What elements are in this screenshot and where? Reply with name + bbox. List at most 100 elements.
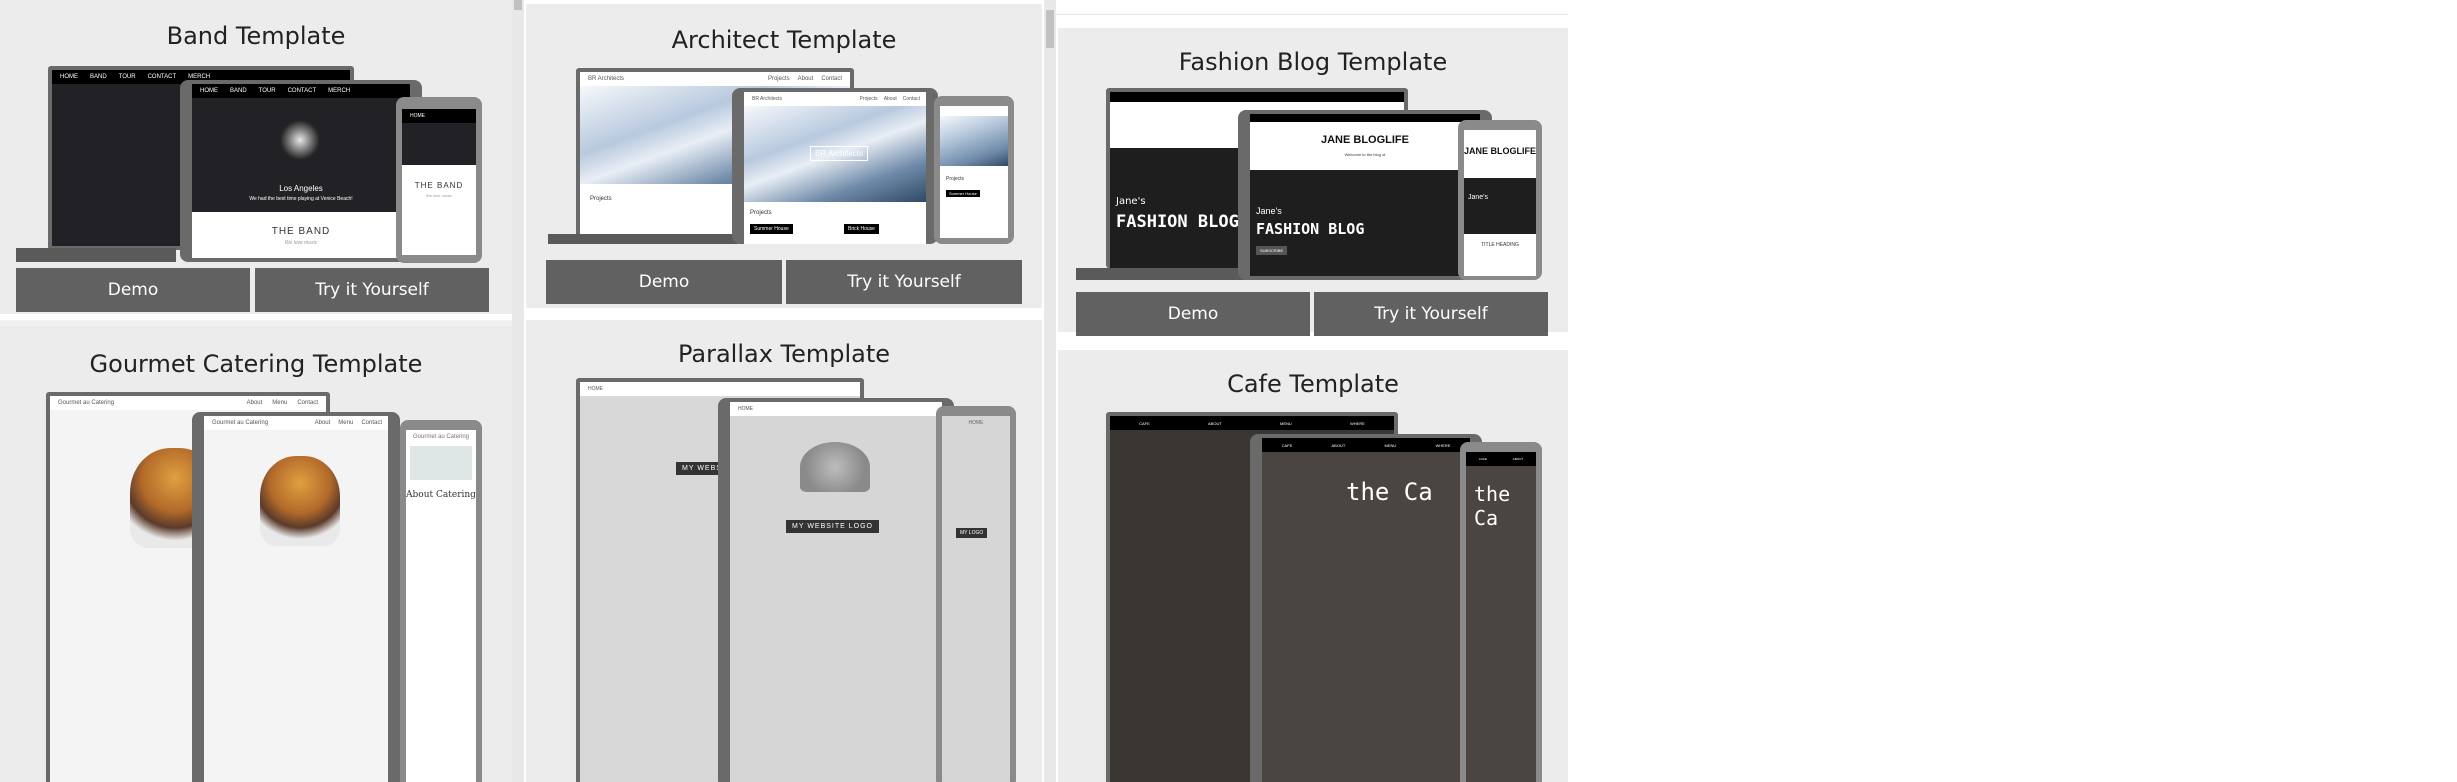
preview-navbar: CAFE ABOUT MENU WHERE [1262,438,1470,452]
phone-screen: Gourmet au Catering About Catering [406,430,476,782]
hero-image: Jane's [1464,178,1536,234]
tablet-screen: HOME MY WEBSITE LOGO [730,402,942,782]
nav-link: HOME [410,113,425,119]
section-subheading: We love music [426,193,452,198]
demo-button[interactable]: Demo [546,260,782,304]
blog-name: JANE BLOGLIFE [1464,146,1536,156]
scrollbar-1[interactable] [512,0,524,782]
card-title: Architect Template [671,26,897,54]
hero-logo: MY LOGO [956,528,988,538]
subscribe-button-preview: SUBSCRIBE [1256,246,1288,255]
scrollbar-thumb[interactable] [1046,10,1054,48]
architect-template-card: Architect Template BR Architects Project… [526,4,1042,314]
fashion-blog-template-card: Fashion Blog Template Jane's FASHION BLO… [1058,28,1568,338]
card-title: Band Template [166,22,346,50]
hero-text: the Ca [1474,482,1511,530]
card-title: Parallax Template [677,340,891,368]
preview-navbar [1110,92,1404,102]
laptop-base [1076,268,1246,280]
phone-screen: HOME THE BAND We love music [402,109,476,255]
project-tag: Summer House [946,190,980,197]
hero-logo: BR Architects [810,146,869,161]
preview-navbar: HOME [580,382,860,396]
phone-preview: Projects Summer House [934,96,1014,244]
tablet-screen: CAFE ABOUT MENU WHERE the Ca [1262,438,1470,782]
laptop-base [548,234,738,244]
hero-blog-title: FASHION BLOG [1116,212,1239,232]
hero-image [402,123,476,165]
tablet-preview: CAFE ABOUT MENU WHERE the Ca [1250,434,1482,782]
try-it-yourself-button[interactable]: Try it Yourself [255,268,489,312]
nav-link: ABOUT [1331,442,1346,448]
nav-link: CONTACT [287,88,317,94]
nav-link: BAND [90,74,107,80]
try-it-yourself-button[interactable]: Try it Yourself [1314,292,1548,336]
hero-name: Jane's [1468,194,1489,201]
nav-link: Menu [338,420,354,426]
hero-image: BR Architects [744,106,926,202]
preview-navbar: HOME BAND TOUR CONTACT MERCH [192,84,410,98]
nav-brand: BR Architects [752,96,783,102]
card-title: Fashion Blog Template [1178,48,1448,76]
nav-link: Contact [361,420,382,426]
nav-link: About [797,76,814,82]
burger-image [260,456,340,546]
nav-link: Contact [821,76,842,82]
phone-preview: Gourmet au Catering About Catering [400,420,482,782]
top-strip [1056,0,1568,15]
hero-name: Jane's [1116,196,1146,207]
band-photo [280,120,320,160]
nav-link: CONTACT [147,74,177,80]
nav-link: WHERE [1435,442,1451,448]
card-title: Gourmet Catering Template [89,350,423,378]
column-pane-3: Fashion Blog Template Jane's FASHION BLO… [1056,0,1568,782]
nav-link: About [314,420,331,426]
phone-screen: Projects Summer House [940,106,1008,238]
parallax-template-card: Parallax Template HOME MY WEBSITE LOGO H… [526,320,1042,782]
beanie-image [800,442,870,492]
hero-city: Los Angeles [279,184,323,193]
preview-navbar: HOME [402,109,476,123]
tablet-screen: Gourmet au Catering About Menu Contact [204,416,388,782]
laptop-base [16,248,176,262]
phone-screen: JANE BLOGLIFE Jane's TITLE HEADING [1464,130,1536,276]
phone-preview: JANE BLOGLIFE Jane's TITLE HEADING [1458,120,1542,280]
hero-image [410,446,472,480]
nav-brand: BR Architects [588,76,625,82]
preview-navbar: CAFE ABOUT MENU WHERE [1110,416,1394,430]
tablet-screen: BR Architects Projects About Contact BR … [744,92,926,244]
section-heading: Projects [946,176,965,182]
demo-button[interactable]: Demo [16,268,250,312]
demo-button[interactable]: Demo [1076,292,1310,336]
phone-preview: CAFE ABOUT the Ca [1460,442,1542,782]
phone-preview: HOME MY LOGO [936,406,1016,782]
nav-link: ABOUT [1208,420,1222,426]
section-heading: THE BAND [414,181,464,190]
gourmet-catering-template-card: Gourmet Catering Template Gourmet au Cat… [0,326,512,782]
section-heading: Projects [750,210,772,216]
nav-link: CAFE [1281,442,1293,448]
hero-blog-title: FASHION BLOG [1256,220,1365,238]
preview-navbar: CAFE ABOUT [1466,452,1536,466]
nav-link: MERCH [328,88,351,94]
band-template-card: Band Template HOME BAND TOUR CONTACT MER… [0,0,512,320]
scrollbar-2[interactable] [1044,0,1056,782]
nav-link: Menu [272,400,288,406]
preview-navbar [1250,114,1480,122]
nav-link: Projects [859,96,878,102]
nav-link: HOME [200,88,218,94]
preview-navbar: HOME [730,402,942,416]
nav-link: TOUR [118,74,136,80]
nav-link: CAFE [1478,457,1487,461]
blog-header: JANE BLOGLIFE Welcome to the blog of [1250,122,1480,170]
hero-text: the Ca [1346,478,1433,506]
nav-brand: Gourmet au Catering [412,434,470,440]
hero-tagline: We had the best time playing at Venice B… [249,196,353,202]
scrollbar-thumb[interactable] [514,0,522,10]
tablet-preview: JANE BLOGLIFE Welcome to the blog of Jan… [1238,110,1492,280]
section-heading: Projects [590,196,612,202]
nav-link: MENU [1280,420,1292,426]
phone-screen: CAFE ABOUT the Ca [1466,452,1536,782]
try-it-yourself-button[interactable]: Try it Yourself [786,260,1022,304]
nav-link: HOME [738,406,753,412]
